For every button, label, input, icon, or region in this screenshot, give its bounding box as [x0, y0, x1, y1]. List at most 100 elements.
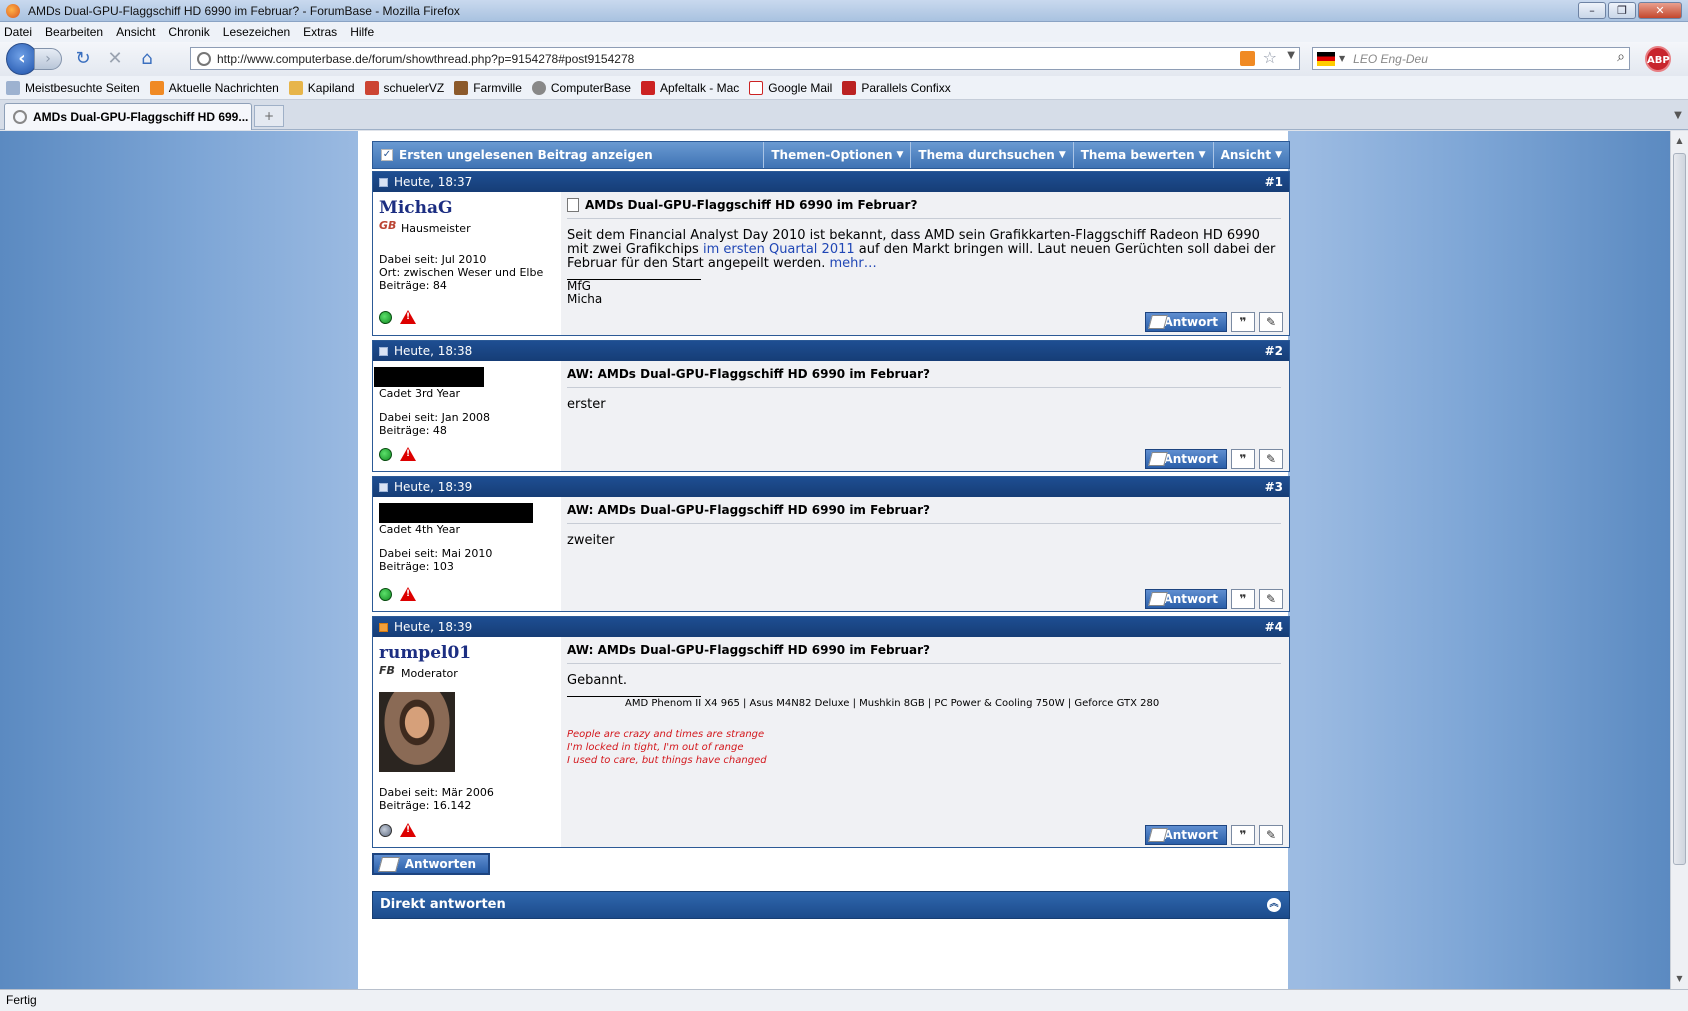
mehr-link[interactable]: mehr… — [830, 256, 877, 271]
edit-icon[interactable]: ✎ — [1259, 312, 1283, 332]
chevron-down-icon: ▼ — [1058, 150, 1066, 160]
report-post-icon[interactable] — [400, 310, 416, 324]
reply-button[interactable]: Antwort — [1145, 312, 1227, 332]
post-title: AW: AMDs Dual-GPU-Flaggschiff HD 6990 im… — [567, 503, 1281, 524]
redacted-username — [379, 503, 533, 523]
post-number-link[interactable]: #3 — [1265, 480, 1283, 494]
post-text: zweiter — [567, 533, 615, 548]
forward-button[interactable]: › — [34, 48, 62, 70]
post-number-link[interactable]: #4 — [1265, 620, 1283, 634]
post-userinfo: Cadet 3rd Year Dabei seit: Jan 2008 Beit… — [373, 361, 561, 471]
quote-icon[interactable]: ❞ — [1231, 449, 1255, 469]
menu-chronik[interactable]: Chronik — [168, 25, 209, 39]
schuelervz-icon — [364, 80, 379, 95]
post-number-link[interactable]: #2 — [1265, 344, 1283, 358]
tab-active[interactable]: AMDs Dual-GPU-Flaggschiff HD 699... — [4, 103, 252, 130]
bookmark-farmville[interactable]: Farmville — [454, 80, 522, 95]
post-2: Heute, 18:38 #2 Cadet 3rd Year Dabei sei… — [372, 340, 1290, 472]
user-rank: Hausmeister — [401, 221, 471, 235]
stop-icon[interactable]: ✕ — [104, 48, 126, 70]
user-rank: Cadet 4th Year — [379, 523, 461, 536]
chevron-down-icon: ▼ — [1275, 150, 1282, 160]
tab-list-dropdown-icon[interactable]: ▼ — [1670, 106, 1686, 126]
reply-button[interactable]: Antwort — [1145, 825, 1227, 845]
quote-icon[interactable]: ❞ — [1231, 589, 1255, 609]
post-time: Heute, 18:39 — [394, 480, 473, 494]
bookmark-meistbesuchte-seiten[interactable]: Meistbesuchte Seiten — [6, 80, 140, 95]
reply-button[interactable]: Antwort — [1145, 449, 1227, 469]
menu-hilfe[interactable]: Hilfe — [350, 25, 374, 39]
menu-lesezeichen[interactable]: Lesezeichen — [223, 25, 290, 39]
chevron-down-icon: ▼ — [896, 150, 904, 160]
direkt-antworten-header: Direkt antworten ︽ — [372, 891, 1290, 919]
username-link[interactable]: MichaG — [379, 198, 561, 218]
url-text[interactable]: http://www.computerbase.de/forum/showthr… — [217, 52, 634, 66]
search-engine-dropdown-icon[interactable]: ▼ — [1339, 54, 1345, 63]
close-window-button[interactable]: ✕ — [1638, 2, 1682, 19]
edit-icon[interactable]: ✎ — [1259, 825, 1283, 845]
bookmark-apfeltalk[interactable]: Apfeltalk - Mac — [640, 80, 739, 95]
menu-datei[interactable]: Datei — [4, 25, 32, 39]
search-icon[interactable]: ⌕ — [1617, 49, 1625, 65]
farmville-icon — [454, 80, 469, 95]
thema-bewerten-dropdown[interactable]: Thema bewerten ▼ — [1072, 142, 1213, 168]
edit-icon[interactable]: ✎ — [1259, 449, 1283, 469]
adblock-plus-icon[interactable]: ABP — [1645, 46, 1671, 72]
forum-page: ✓ Ersten ungelesenen Beitrag anzeigen Th… — [358, 131, 1290, 989]
rss-feed-icon[interactable] — [1240, 51, 1255, 66]
maximize-button[interactable]: ❐ — [1608, 2, 1636, 19]
status-bar: Fertig — [0, 989, 1688, 1011]
tab-favicon-icon — [13, 110, 27, 124]
bookmark-aktuelle-nachrichten[interactable]: Aktuelle Nachrichten — [149, 80, 279, 95]
themen-optionen-dropdown[interactable]: Themen-Optionen ▼ — [763, 142, 910, 168]
new-tab-button[interactable]: + — [254, 105, 284, 127]
url-bar[interactable]: http://www.computerbase.de/forum/showthr… — [190, 47, 1300, 70]
post-text: Gebannt. — [567, 673, 627, 688]
scroll-down-icon[interactable]: ▼ — [1671, 971, 1688, 987]
search-engine-flag-icon[interactable] — [1317, 51, 1335, 66]
ansicht-dropdown[interactable]: Ansicht ▼ — [1212, 142, 1289, 168]
quartal-link[interactable]: im ersten Quartal 2011 — [703, 242, 855, 257]
reply-button[interactable]: Antwort — [1145, 589, 1227, 609]
edit-icon[interactable]: ✎ — [1259, 589, 1283, 609]
post-time: Heute, 18:38 — [394, 344, 473, 358]
post-number-link[interactable]: #1 — [1265, 175, 1283, 189]
bookmark-star-icon[interactable]: ☆ — [1263, 48, 1277, 67]
post-header: Heute, 18:38 #2 — [373, 341, 1289, 361]
home-icon[interactable]: ⌂ — [136, 48, 158, 70]
post-4: Heute, 18:39 #4 rumpel01 FB Moderator Dab… — [372, 616, 1290, 848]
bookmark-google-mail[interactable]: Google Mail — [749, 80, 832, 95]
scrollbar-thumb[interactable] — [1673, 153, 1686, 865]
first-unread-link[interactable]: ✓ Ersten ungelesenen Beitrag anzeigen — [373, 142, 763, 168]
report-post-icon[interactable] — [400, 823, 416, 837]
menu-bearbeiten[interactable]: Bearbeiten — [45, 25, 103, 39]
bookmark-kapiland[interactable]: Kapiland — [288, 80, 355, 95]
document-icon — [567, 198, 579, 212]
minimize-button[interactable]: – — [1578, 2, 1606, 19]
username-link[interactable]: rumpel01 — [379, 643, 561, 663]
chevron-down-icon: ▼ — [1198, 150, 1206, 160]
quote-icon[interactable]: ❞ — [1231, 312, 1255, 332]
search-bar[interactable]: ▼ LEO Eng-Deu ⌕ — [1312, 47, 1630, 70]
bookmark-parallels-confixx[interactable]: Parallels Confixx — [842, 80, 951, 95]
post-title: AMDs Dual-GPU-Flaggschiff HD 6990 im Feb… — [585, 198, 918, 212]
url-history-dropdown-icon[interactable]: ▼ — [1287, 50, 1295, 61]
post-read-icon — [379, 482, 388, 492]
antworten-button[interactable]: Antworten — [372, 853, 490, 875]
collapse-icon[interactable]: ︽ — [1267, 898, 1281, 912]
avatar[interactable] — [379, 692, 455, 772]
vertical-scrollbar[interactable]: ▲ ▼ — [1670, 131, 1688, 989]
report-post-icon[interactable] — [400, 447, 416, 461]
reload-icon[interactable]: ↻ — [72, 48, 94, 70]
bookmark-schuelervz[interactable]: schuelerVZ — [364, 80, 444, 95]
thema-durchsuchen-dropdown[interactable]: Thema durchsuchen ▼ — [910, 142, 1072, 168]
quote-icon[interactable]: ❞ — [1231, 825, 1255, 845]
menubar: Datei Bearbeiten Ansicht Chronik Lesezei… — [0, 22, 1688, 42]
report-post-icon[interactable] — [400, 587, 416, 601]
menu-extras[interactable]: Extras — [303, 25, 337, 39]
search-placeholder[interactable]: LEO Eng-Deu — [1353, 52, 1428, 66]
scroll-up-icon[interactable]: ▲ — [1671, 133, 1688, 149]
signature-name: Micha — [567, 292, 603, 306]
menu-ansicht[interactable]: Ansicht — [116, 25, 155, 39]
bookmark-computerbase[interactable]: ComputerBase — [531, 80, 631, 95]
